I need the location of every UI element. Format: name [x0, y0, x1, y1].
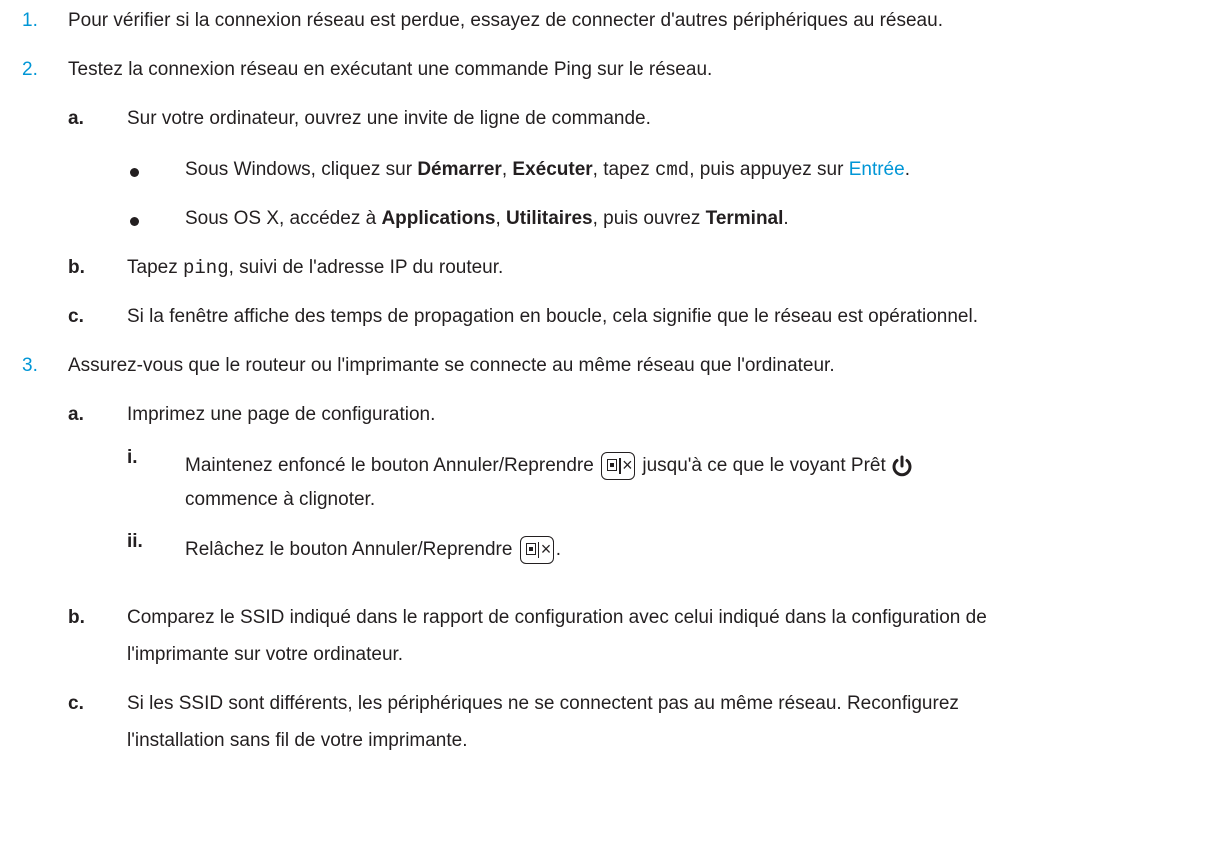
substep-roman: i. — [127, 447, 138, 468]
code-ping: ping — [182, 257, 229, 279]
bullet-point — [130, 217, 139, 226]
bullet-text-osx: Sous OS X, accédez à Applications, Utili… — [185, 208, 789, 230]
substep-text-continued: l'installation sans fil de votre imprima… — [127, 730, 468, 751]
text: Maintenez enfoncé le bouton Annuler/Repr… — [185, 455, 594, 477]
step-number: 1. — [22, 10, 38, 31]
substep-text-continued: l'imprimante sur votre ordinateur. — [127, 644, 404, 665]
substep-text: Relâchez le bouton Annuler/Reprendre ×. — [185, 536, 561, 564]
substep-letter: c. — [68, 693, 84, 714]
substep-letter: b. — [68, 257, 85, 278]
substep-roman: ii. — [127, 531, 143, 552]
text: . — [783, 208, 789, 229]
step-text: Testez la connexion réseau en exécutant … — [68, 59, 713, 80]
text: , — [495, 208, 507, 229]
substep-letter: a. — [68, 404, 84, 425]
text: , puis appuyez sur — [689, 159, 849, 180]
text: , puis ouvrez — [592, 208, 706, 229]
substep-text-continued: commence à clignoter. — [185, 489, 376, 510]
cancel-resume-button-icon: × — [519, 536, 554, 564]
step-number: 2. — [22, 59, 38, 80]
text: Sous OS X, accédez à — [185, 208, 382, 229]
substep-letter: b. — [68, 607, 85, 628]
substep-letter: c. — [68, 306, 84, 327]
key-entree-link[interactable]: Entrée — [849, 159, 905, 180]
substep-text: Comparez le SSID indiqué dans le rapport… — [127, 607, 987, 628]
code-cmd: cmd — [655, 159, 690, 181]
bullet-point — [130, 168, 139, 177]
power-icon — [892, 455, 912, 477]
text: Relâchez le bouton Annuler/Reprendre — [185, 539, 513, 561]
text: , — [501, 159, 513, 180]
step-number: 3. — [22, 355, 38, 376]
cancel-resume-button-icon: × — [601, 452, 636, 480]
text: , tapez — [592, 159, 655, 180]
substep-text: Si les SSID sont différents, les périphé… — [127, 693, 959, 714]
step-text: Pour vérifier si la connexion réseau est… — [68, 10, 943, 31]
ui-term-demarrer: Démarrer — [417, 159, 502, 180]
ui-term-applications: Applications — [381, 208, 496, 229]
substep-text: Maintenez enfoncé le bouton Annuler/Repr… — [185, 452, 914, 480]
substep-text: Tapez ping, suivi de l'adresse IP du rou… — [127, 257, 503, 279]
step-text: Assurez-vous que le routeur ou l'imprima… — [68, 355, 835, 376]
substep-text: Imprimez une page de configuration. — [127, 404, 436, 425]
text: . — [904, 159, 910, 180]
substep-letter: a. — [68, 108, 84, 129]
text: Sous Windows, cliquez sur — [185, 159, 418, 180]
ui-term-terminal: Terminal — [705, 208, 784, 229]
text: . — [555, 539, 562, 561]
substep-text: Si la fenêtre affiche des temps de propa… — [127, 306, 978, 327]
ui-term-utilitaires: Utilitaires — [506, 208, 593, 229]
text: jusqu'à ce que le voyant Prêt — [642, 455, 886, 477]
text: , suivi de l'adresse IP du routeur. — [228, 257, 504, 278]
bullet-text-windows: Sous Windows, cliquez sur Démarrer, Exéc… — [185, 159, 910, 181]
text: Tapez — [127, 257, 183, 278]
substep-text: Sur votre ordinateur, ouvrez une invite … — [127, 108, 651, 129]
ui-term-executer: Exécuter — [512, 159, 593, 180]
